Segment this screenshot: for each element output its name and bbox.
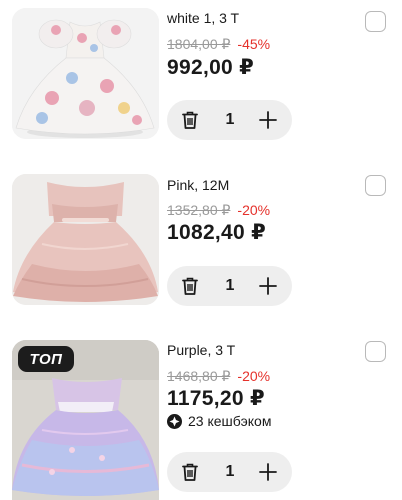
product-image[interactable]: [12, 8, 159, 139]
trash-icon[interactable]: [179, 109, 201, 131]
plus-icon[interactable]: [257, 275, 279, 297]
select-checkbox[interactable]: [365, 341, 386, 362]
discount-percent: -45%: [237, 36, 271, 52]
quantity-value: 1: [225, 111, 235, 128]
price-old-row: 1468,80 ₽ -20%: [167, 368, 270, 385]
top-badge: ТОП: [18, 346, 74, 372]
discount-percent: -20%: [237, 368, 271, 384]
product-variant[interactable]: Pink, 12M: [167, 177, 229, 193]
cashback-text: 23 кешбэком: [188, 413, 272, 429]
product-variant[interactable]: Purple, 3 T: [167, 342, 235, 358]
plus-icon[interactable]: [257, 461, 279, 483]
old-price: 1352,80 ₽: [167, 202, 231, 218]
quantity-stepper: 1: [167, 100, 292, 140]
cashback-icon: [167, 413, 182, 429]
product-image[interactable]: ТОП: [12, 340, 159, 500]
current-price: 992,00 ₽: [167, 56, 255, 79]
white-floral-dress-image: [12, 8, 159, 139]
price-old-row: 1352,80 ₽ -20%: [167, 202, 270, 219]
product-image[interactable]: [12, 174, 159, 305]
price-old-row: 1804,00 ₽ -45%: [167, 36, 270, 53]
trash-icon[interactable]: [179, 461, 201, 483]
cashback-info: 23 кешбэком: [167, 413, 271, 429]
current-price: 1175,20 ₽: [167, 387, 265, 410]
quantity-stepper: 1: [167, 452, 292, 492]
old-price: 1804,00 ₽: [167, 36, 231, 52]
trash-icon[interactable]: [179, 275, 201, 297]
current-price: 1082,40 ₽: [167, 221, 267, 244]
old-price: 1468,80 ₽: [167, 368, 231, 384]
select-checkbox[interactable]: [365, 11, 386, 32]
quantity-value: 1: [225, 463, 235, 480]
quantity-value: 1: [225, 277, 235, 294]
product-variant[interactable]: white 1, 3 T: [167, 10, 239, 26]
discount-percent: -20%: [237, 202, 271, 218]
plus-icon[interactable]: [257, 109, 279, 131]
cart-item-list: white 1, 3 T 1804,00 ₽ -45% 992,00 ₽ 1 P…: [0, 0, 402, 500]
quantity-stepper: 1: [167, 266, 292, 306]
pink-tulle-dress-image: [12, 174, 159, 305]
select-checkbox[interactable]: [365, 175, 386, 196]
